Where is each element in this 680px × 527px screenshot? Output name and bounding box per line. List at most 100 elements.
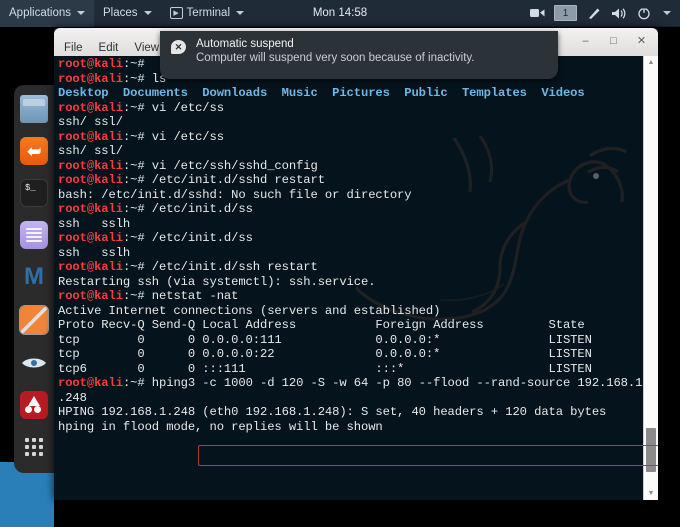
menu-file[interactable]: File [64,42,83,54]
screen-recorder-icon[interactable] [529,5,545,21]
power-icon[interactable] [636,5,652,21]
window-controls: – □ ✕ [577,33,650,50]
shell-prompt-user: root@kali [58,158,123,173]
text-line-icon [26,232,42,234]
command-output: .248 [58,390,87,405]
terminal-line: bash: /etc/init.d/sshd: No such file or … [58,188,642,203]
terminal-line: root@kali:~# vi /etc/ss [58,130,642,145]
command-output: ssh sslh [58,245,131,260]
terminal-line: root@kali:~# vi /etc/ssh/sshd_config [58,159,642,174]
directory-listing: Desktop Documents Downloads Music Pictur… [58,86,585,101]
dock-item-text-editor[interactable] [20,221,48,249]
scrollbar-thumb[interactable] [646,428,656,472]
command-output: Restarting ssh (via systemctl): ssh.serv… [58,274,376,289]
grid-dot-icon [39,452,43,456]
scroll-down-arrow[interactable]: ▼ [644,487,658,500]
terminal-window-menu-label: Terminal [186,7,231,19]
terminal-icon: ▶ [169,7,183,19]
terminal-line: ssh sslh [58,217,642,232]
terminal-line: root@kali:~# /etc/init.d/sshd restart [58,173,642,188]
shell-prompt-user: root@kali [58,260,123,275]
shell-prompt-user: root@kali [58,202,123,217]
menu-edit[interactable]: Edit [99,42,119,54]
shell-prompt-user: root@kali [58,57,123,71]
places-menu[interactable]: Places [94,0,161,27]
command-output: ssh/ ssl/ [58,115,123,130]
shell-command: netstat -nat [151,289,239,304]
notification-text: Automatic suspend Computer will suspend … [196,38,474,79]
maximize-button[interactable]: □ [605,33,622,50]
terminal-window-menu[interactable]: ▶ Terminal [161,0,253,27]
terminal-line: root@kali:~# /etc/init.d/ss [58,202,642,217]
command-output: tcp 0 0 0.0.0.0:22 0.0.0.0:* LISTEN [58,347,592,362]
text-line-icon [26,240,42,242]
shell-prompt-tail: :~# [122,71,152,86]
applications-menu[interactable]: Applications [0,0,95,27]
show-applications-button[interactable] [20,433,48,461]
notification-title: Automatic suspend [196,38,294,50]
shell-prompt-user: root@kali [58,71,123,86]
workspace-indicator[interactable]: 1 [554,5,577,21]
close-button[interactable]: ✕ [633,33,650,50]
terminal-line: HPING 192.168.1.248 (eth0 192.168.1.248)… [58,405,642,420]
applications-menu-label: Applications [9,7,72,19]
shell-prompt-tail: :~# [122,173,152,188]
grid-dot-icon [32,452,36,456]
shell-prompt-user: root@kali [58,376,123,391]
dock-item-metasploit[interactable]: M [20,263,48,291]
dock-item-firefox[interactable]: ➥ [20,137,48,165]
dock-items: ➥ $_ M [14,85,54,473]
terminal-line: root@kali:~# netstat -nat [58,289,642,304]
terminal-output-area[interactable]: root@kali:~# root@kali:~# ls Desktop Docu… [54,56,658,500]
text-line-icon [26,228,42,230]
scroll-up-arrow[interactable]: ▲ [644,56,658,69]
dock-item-terminal[interactable]: $_ [20,179,48,207]
terminal-line: root@kali:~# /etc/init.d/ssh restart [58,260,642,275]
menu-view[interactable]: View [134,42,159,54]
shell-prompt-user: root@kali [58,231,123,246]
dock-item-wireshark[interactable] [20,349,48,377]
terminal-window: File Edit View – □ ✕ root@kali:~# root@k… [54,28,658,500]
chevron-down-icon [143,11,152,15]
grid-dot-icon [25,452,29,456]
shell-prompt-tail: :~# [122,202,152,217]
terminal-line: hping in flood mode, no replies will be … [58,420,642,435]
chevron-down-icon [236,11,245,15]
shell-prompt-user: root@kali [58,173,123,188]
terminal-line: tcp 0 0 0.0.0.0:22 0.0.0.0:* LISTEN [58,347,642,362]
dock-item-beef[interactable] [20,391,48,419]
grid-dot-icon [25,438,29,442]
network-vpn-icon[interactable] [586,5,602,21]
terminal-line: ssh/ ssl/ [58,144,642,159]
shell-command: hping3 -c 1000 -d 120 -S -w 64 -p 80 --f… [151,376,643,391]
terminal-line: root@kali:~# hping3 -c 1000 -d 120 -S -w… [58,376,642,391]
volume-icon[interactable] [611,5,627,21]
terminal-line: root@kali:~# /etc/init.d/ss [58,231,642,246]
terminal-scrollbar[interactable]: ▲ ▼ [643,56,658,500]
terminal-line: root@kali:~# vi /etc/ss [58,101,642,116]
shell-command: vi /etc/ssh/sshd_config [151,158,318,173]
chevron-down-icon[interactable] [663,11,671,15]
places-menu-label: Places [103,7,138,19]
minimize-button[interactable]: – [577,33,594,50]
dock-highlight-edge [0,462,14,527]
command-highlight-box [198,445,658,466]
notification-popup[interactable]: ✕ Automatic suspend Computer will suspen… [160,31,558,79]
terminal-prompt-icon: $_ [25,183,36,193]
shell-prompt-tail: :~# [122,158,152,173]
terminal-line: .248 [58,391,642,406]
grid-dot-icon [39,438,43,442]
dock-item-files[interactable] [20,95,48,123]
shell-command: vi /etc/ss [151,100,224,115]
shell-prompt-tail: :~# [122,100,152,115]
shell-command: vi /etc/ss [151,129,224,144]
burpsuite-icon [20,306,48,334]
system-tray: 1 [529,5,680,21]
shell-prompt-user: root@kali [58,129,123,144]
chevron-down-icon [77,11,86,15]
grid-dot-icon [32,445,36,449]
dock-item-burpsuite[interactable] [19,305,49,335]
shell-command: /etc/init.d/ss [151,202,253,217]
shell-prompt-tail: :~# [122,289,152,304]
command-output: tcp6 0 0 :::111 :::* LISTEN [58,361,592,376]
